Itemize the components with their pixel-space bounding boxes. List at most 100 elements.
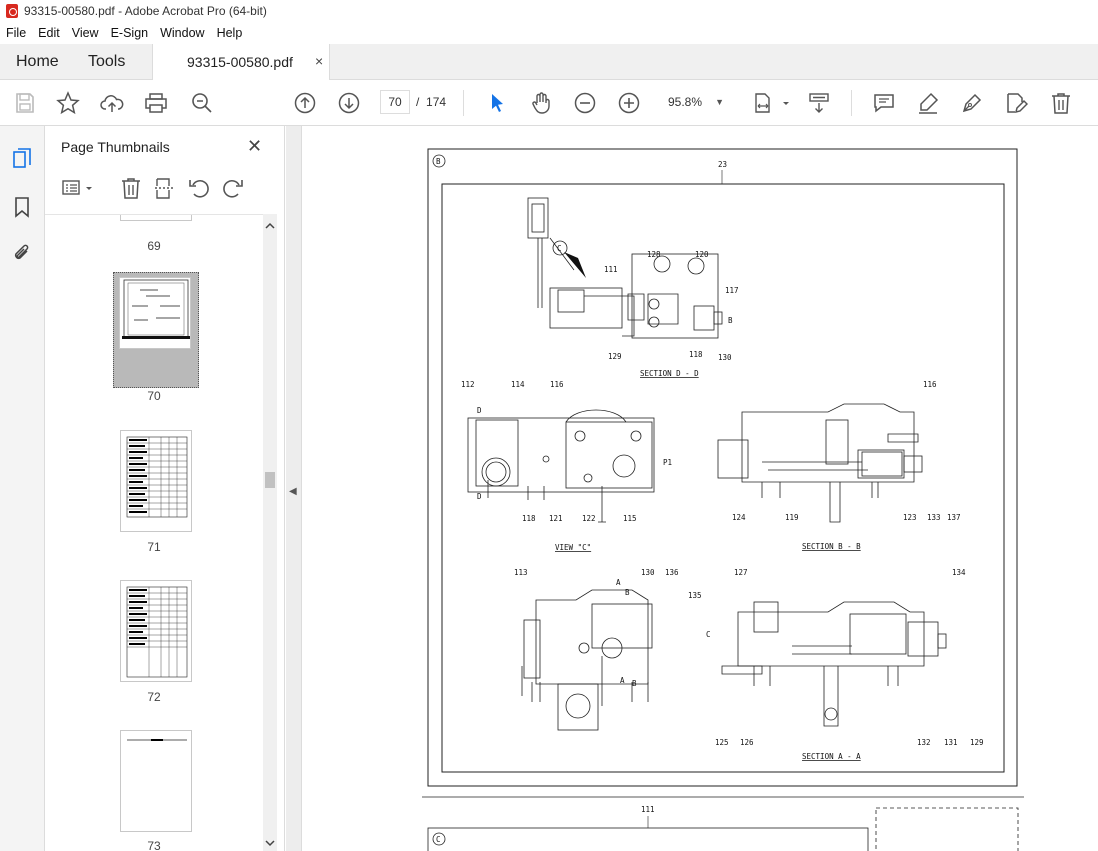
callout-129b: 129 xyxy=(970,738,984,747)
bookmark-star-icon[interactable] xyxy=(56,91,80,115)
section-d-d-view xyxy=(527,197,723,339)
page-fit-chevron-icon[interactable] xyxy=(774,91,789,115)
thumbnail-options-icon[interactable] xyxy=(61,176,95,200)
delete-trash-icon[interactable] xyxy=(1049,91,1073,115)
scroll-down-icon[interactable] xyxy=(263,837,277,849)
callout-118b: 118 xyxy=(522,514,536,523)
callout-124: 124 xyxy=(732,513,746,522)
page-thumbnails-icon[interactable] xyxy=(11,148,33,170)
bottom-reference: 111 xyxy=(641,805,655,814)
callout-134: 134 xyxy=(952,568,966,577)
menu-esign[interactable]: E-Sign xyxy=(111,26,149,40)
thumbnail-label: 70 xyxy=(147,389,161,403)
left-navigation-rail xyxy=(0,126,45,851)
section-a-a-right-drawing xyxy=(721,601,947,727)
letter-b-lower: B xyxy=(632,679,637,688)
callout-119: 119 xyxy=(785,513,799,522)
rotate-clockwise-icon[interactable] xyxy=(221,176,245,200)
extract-pages-icon[interactable] xyxy=(153,176,177,200)
zoom-value: 95.8% xyxy=(668,95,703,109)
page-separator: / xyxy=(416,95,420,109)
callout-122: 122 xyxy=(582,514,596,523)
thumbnail-scrollbar[interactable] xyxy=(263,214,277,851)
callout-127: 127 xyxy=(734,568,748,577)
save-icon[interactable] xyxy=(13,91,37,115)
menu-view[interactable]: View xyxy=(72,26,99,40)
attachments-paperclip-icon[interactable] xyxy=(11,242,33,264)
title-bar: 93315-00580.pdf - Adobe Acrobat Pro (64-… xyxy=(0,0,1098,22)
menu-edit[interactable]: Edit xyxy=(38,26,60,40)
tab-tools[interactable]: Tools xyxy=(88,53,125,71)
page-fit-icon[interactable] xyxy=(752,91,776,115)
callout-137: 137 xyxy=(947,513,961,522)
sheet-mark-c: C xyxy=(436,835,441,844)
previous-page-icon[interactable] xyxy=(293,91,317,115)
tab-bar: Home Tools 93315-00580.pdf × xyxy=(0,44,1098,80)
panel-title: Page Thumbnails xyxy=(61,139,170,155)
zoom-in-icon[interactable] xyxy=(617,91,641,115)
select-cursor-icon[interactable] xyxy=(485,91,509,115)
callout-113: 113 xyxy=(514,568,528,577)
thumbnail-page-73[interactable] xyxy=(120,730,192,832)
letter-b-mark: B xyxy=(728,316,733,325)
thumbnail-label: 73 xyxy=(147,839,161,851)
zoom-out-icon[interactable] xyxy=(573,91,597,115)
edit-pdf-icon[interactable] xyxy=(1004,91,1029,115)
scroll-up-icon[interactable] xyxy=(263,220,277,232)
thumbnail-page-72[interactable] xyxy=(120,580,192,682)
next-page-icon[interactable] xyxy=(337,91,361,115)
tab-document-label: 93315-00580.pdf xyxy=(187,54,293,70)
tab-document[interactable]: 93315-00580.pdf × xyxy=(152,44,330,80)
zoom-select[interactable]: 95.8% ▼ xyxy=(660,90,730,114)
callout-136: 136 xyxy=(665,568,679,577)
thumbnail-list: 69 70 71 72 73 xyxy=(45,214,263,851)
menu-window[interactable]: Window xyxy=(160,26,204,40)
scrollbar-thumb[interactable] xyxy=(265,472,275,488)
print-icon[interactable] xyxy=(144,91,168,115)
tab-home[interactable]: Home xyxy=(16,53,59,71)
callout-132: 132 xyxy=(917,738,931,747)
bookmarks-icon[interactable] xyxy=(11,196,33,218)
highlight-pen-icon[interactable] xyxy=(916,91,940,115)
panel-collapse-handle[interactable]: ◀ xyxy=(286,126,302,851)
letter-d-upper: D xyxy=(477,406,482,415)
page-thumbnails-panel: Page Thumbnails ✕ 69 70 71 72 73 xyxy=(45,126,285,851)
callout-125: 125 xyxy=(715,738,729,747)
hand-tool-icon[interactable] xyxy=(529,91,553,115)
menu-help[interactable]: Help xyxy=(217,26,243,40)
page-number-input[interactable]: 70 xyxy=(380,90,410,114)
total-pages: 174 xyxy=(426,95,447,109)
thumbnail-page-70[interactable] xyxy=(119,277,191,349)
close-tab-icon[interactable]: × xyxy=(315,53,323,69)
sign-pen-icon[interactable] xyxy=(960,91,984,115)
thumbnail-label: 69 xyxy=(147,239,161,253)
comment-icon[interactable] xyxy=(872,91,896,115)
top-reference: 23 xyxy=(718,160,727,169)
sheet-mark-b: B xyxy=(436,157,441,166)
section-b-b-drawing xyxy=(717,403,923,523)
rotate-counterclockwise-icon[interactable] xyxy=(187,176,211,200)
thumbnail-label: 71 xyxy=(147,540,161,554)
toolbar-divider xyxy=(463,90,464,116)
zoom-search-icon[interactable] xyxy=(190,91,214,115)
callout-129: 129 xyxy=(608,352,622,361)
callout-126: 126 xyxy=(740,738,754,747)
close-panel-icon[interactable]: ✕ xyxy=(247,136,262,157)
callout-128: 128 xyxy=(647,250,661,259)
delete-page-icon[interactable] xyxy=(119,176,143,200)
share-upload-icon[interactable] xyxy=(100,91,124,115)
thumbnail-page-71[interactable] xyxy=(120,430,192,532)
collapse-left-icon: ◀ xyxy=(289,486,297,497)
menu-file[interactable]: File xyxy=(6,26,26,40)
scroll-mode-icon[interactable] xyxy=(807,91,831,115)
callout-116b: 116 xyxy=(923,380,937,389)
callout-118: 118 xyxy=(689,350,703,359)
section-b-label: SECTION B - B xyxy=(802,542,861,551)
toolbar-divider xyxy=(851,90,852,116)
pdf-page-drawing: B 23 C 111 128 120 117 B 129 118 130 SEC… xyxy=(422,148,1024,851)
view-c-drawing xyxy=(467,409,655,523)
letter-c-arrow: C xyxy=(706,630,711,639)
document-view[interactable]: B 23 C 111 128 120 117 B 129 118 130 SEC… xyxy=(302,126,1098,851)
thumbnail-page-69[interactable] xyxy=(120,215,192,221)
section-a-a-left-drawing xyxy=(521,589,653,731)
